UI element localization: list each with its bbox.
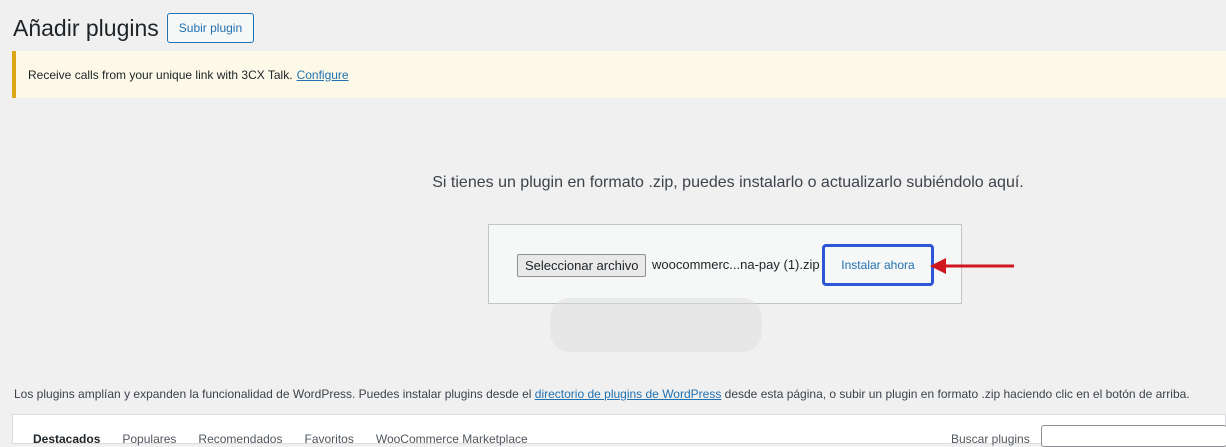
- plugin-filter-bar: Destacados Populares Recomendados Favori…: [12, 414, 1226, 447]
- filter-tabs: Destacados Populares Recomendados Favori…: [33, 432, 528, 446]
- upload-plugin-button[interactable]: Subir plugin: [166, 13, 255, 43]
- admin-notice: Receive calls from your unique link with…: [12, 51, 1226, 98]
- tab-popular[interactable]: Populares: [122, 432, 176, 446]
- plugin-directory-link[interactable]: directorio de plugins de WordPress: [535, 387, 722, 401]
- search-plugins-input[interactable]: [1041, 425, 1226, 447]
- tab-woocommerce-marketplace[interactable]: WooCommerce Marketplace: [376, 432, 528, 446]
- selected-file-name: woocommerc...na-pay (1).zip: [652, 257, 820, 272]
- annotation-arrow-icon: [930, 258, 1014, 274]
- notice-text: Receive calls from your unique link with…: [28, 67, 293, 82]
- description-text-after: desde esta página, o subir un plugin en …: [721, 387, 1190, 401]
- watermark: [550, 298, 762, 352]
- upload-instructions: Si tienes un plugin en formato .zip, pue…: [432, 174, 1024, 191]
- description-text-before: Los plugins amplían y expanden la funcio…: [14, 387, 535, 401]
- tab-favorites[interactable]: Favoritos: [304, 432, 353, 446]
- upload-form: Seleccionar archivo woocommerc...na-pay …: [488, 224, 962, 304]
- page-title: Añadir plugins: [13, 15, 159, 41]
- configure-link[interactable]: Configure: [297, 68, 349, 82]
- tab-featured[interactable]: Destacados: [33, 432, 100, 446]
- select-file-button[interactable]: Seleccionar archivo: [517, 254, 647, 277]
- plugins-description: Los plugins amplían y expanden la funcio…: [14, 387, 1190, 401]
- page-header: Añadir plugins Subir plugin: [13, 12, 255, 44]
- search-plugins-label: Buscar plugins: [951, 432, 1030, 446]
- tab-recommended[interactable]: Recomendados: [198, 432, 282, 446]
- install-now-button[interactable]: Instalar ahora: [822, 244, 934, 286]
